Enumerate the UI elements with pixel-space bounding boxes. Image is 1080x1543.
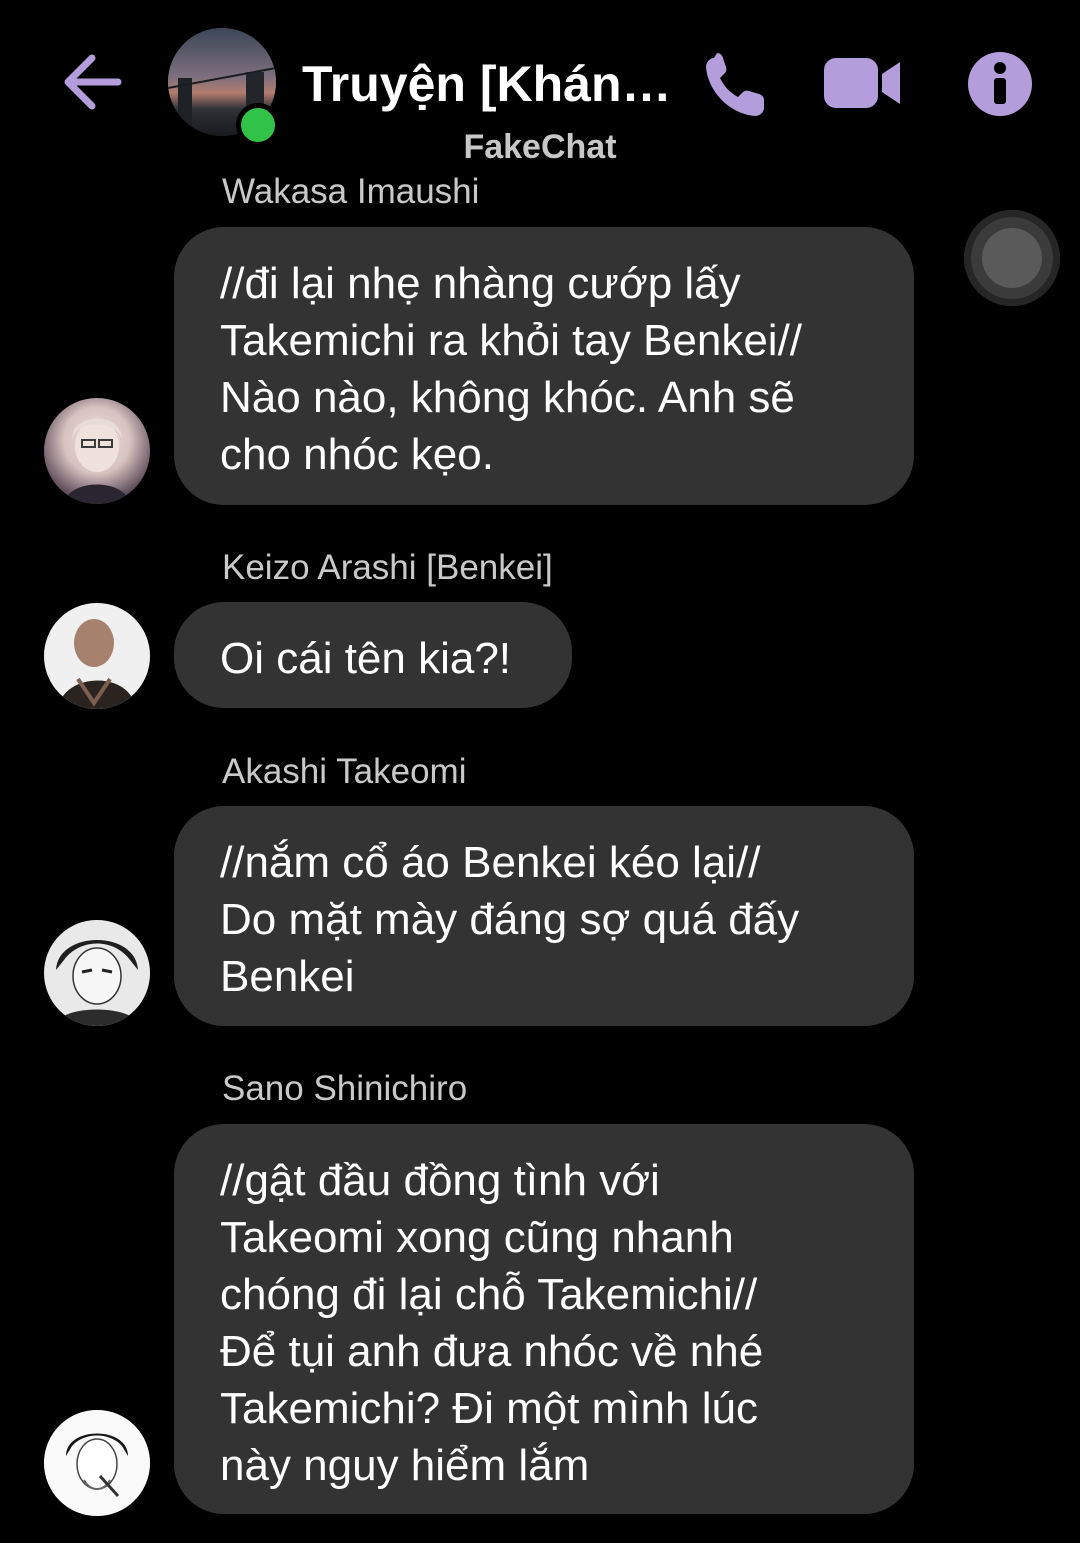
back-button[interactable] xyxy=(58,46,130,118)
message-bubble[interactable]: //đi lại nhẹ nhàng cướp lấy Takemichi ra… xyxy=(174,227,914,505)
video-camera-icon xyxy=(824,58,900,108)
avatar[interactable] xyxy=(44,1410,150,1516)
video-call-button[interactable] xyxy=(822,52,902,116)
sender-name: Wakasa Imaushi xyxy=(222,172,480,211)
message-bubble[interactable]: //nắm cổ áo Benkei kéo lại// Do mặt mày … xyxy=(174,806,914,1026)
call-button[interactable] xyxy=(700,50,772,122)
sender-name: Keizo Arashi [Benkei] xyxy=(222,548,553,587)
avatar[interactable] xyxy=(44,603,150,709)
message-bubble[interactable]: Oi cái tên kia?! xyxy=(174,602,572,708)
avatar-image xyxy=(44,920,150,1026)
sender-name: Sano Shinichiro xyxy=(222,1069,468,1108)
scroll-handle[interactable] xyxy=(964,210,1060,306)
chat-title[interactable]: Truyện [Kháng ... xyxy=(302,52,682,116)
info-icon xyxy=(968,52,1032,116)
watermark-label: FakeChat xyxy=(463,128,617,166)
avatar-image xyxy=(44,603,150,709)
phone-icon xyxy=(706,53,764,116)
scroll-handle-knob xyxy=(982,228,1042,288)
avatar-image xyxy=(64,418,130,504)
message-bubble[interactable]: //gật đầu đồng tình với Takeomi xong cũn… xyxy=(174,1124,914,1514)
info-button[interactable] xyxy=(966,50,1034,118)
back-arrow-icon xyxy=(64,54,122,110)
avatar[interactable] xyxy=(44,920,150,1026)
sender-name: Akashi Takeomi xyxy=(222,752,467,791)
avatar[interactable] xyxy=(44,398,150,504)
avatar-image xyxy=(44,1410,150,1516)
